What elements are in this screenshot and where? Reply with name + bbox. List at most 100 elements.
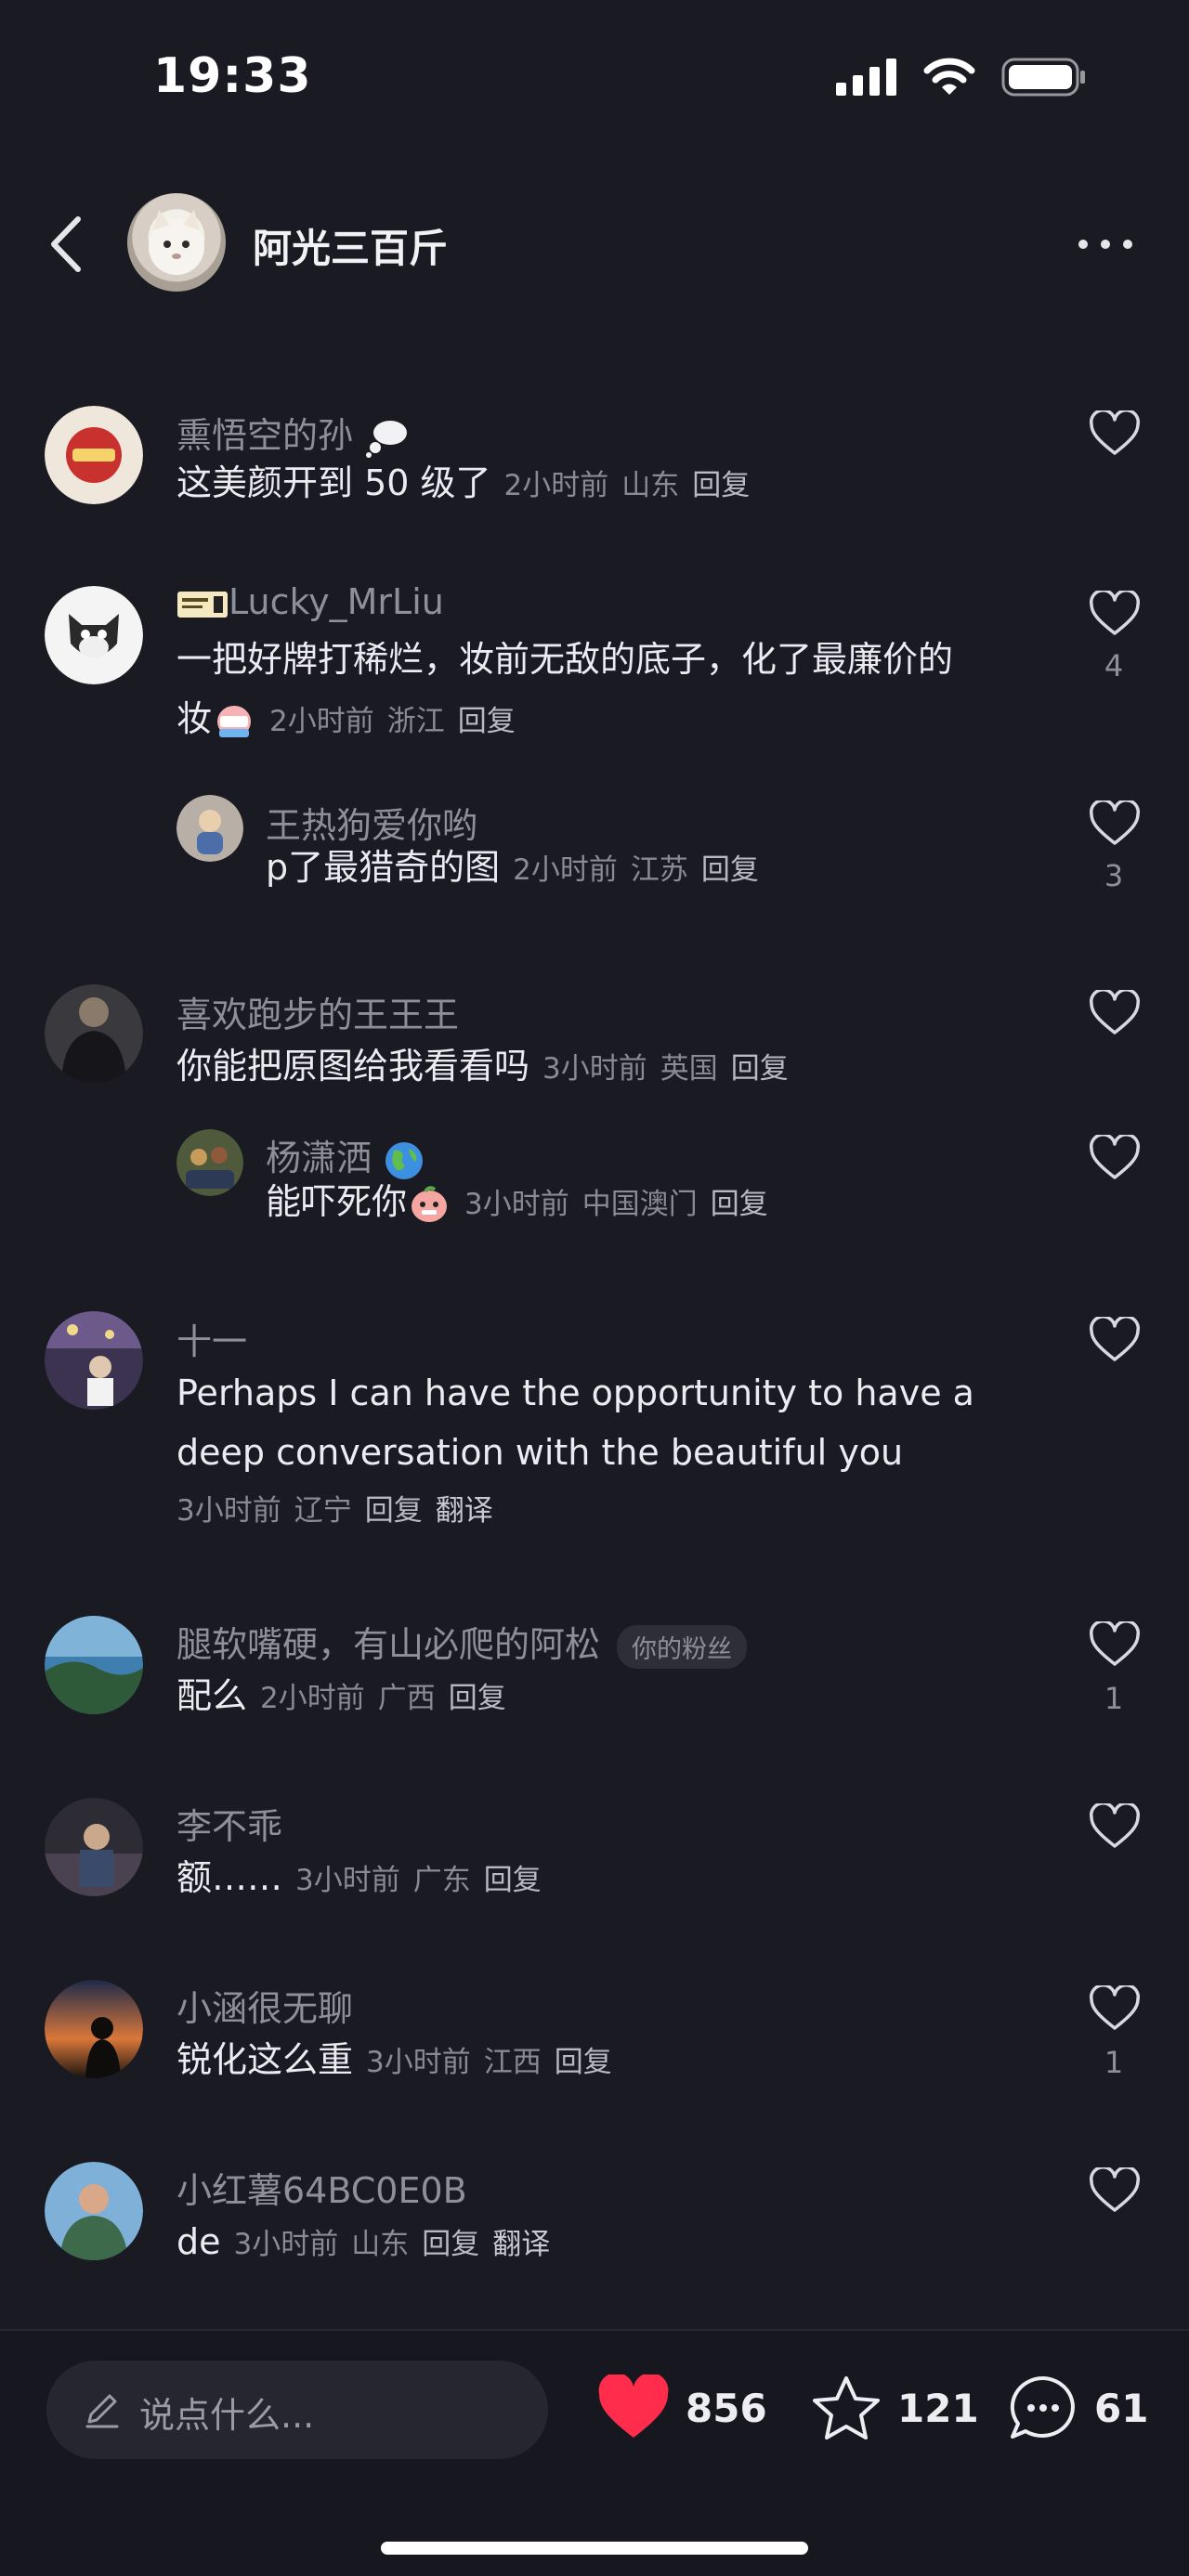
status-bar: 19:33 [0,0,1189,158]
comment-input[interactable]: 说点什么... [46,2361,548,2459]
commenter-avatar[interactable] [45,406,143,504]
commenter-avatar[interactable] [176,795,243,862]
like-icon[interactable] [1089,1621,1141,1668]
comment-text: 配么 [176,1675,248,1716]
comment-text: 额…… [176,1857,283,1898]
reply-button[interactable]: 回复 [365,1494,423,1528]
comment-text: Perhaps I can have the opportunity to ha… [176,1373,974,1413]
comment-time: 3小时前 [464,1188,569,1221]
commenter-name[interactable]: 十一 [176,1313,247,1364]
comment-time: 3小时前 [295,1864,400,1897]
reply-button[interactable]: 回复 [701,853,759,887]
like-icon[interactable] [1089,990,1141,1036]
commenter-avatar[interactable] [45,1798,143,1896]
comment-time: 3小时前 [542,1052,647,1086]
reply-button[interactable]: 回复 [449,1682,506,1715]
reply-button[interactable]: 回复 [711,1188,768,1221]
star-icon [813,2376,880,2439]
comment-text-row: 额…… 3小时前 广东 回复 [176,1848,542,1910]
comment-location: 广东 [412,1864,471,1897]
comment-location: 辽宁 [294,1494,352,1528]
commenter-avatar[interactable] [45,1616,143,1714]
pencil-icon [85,2394,119,2428]
like-icon[interactable] [1089,1135,1141,1181]
like-count: 1 [1104,1681,1124,1716]
reply-button[interactable]: 回复 [555,2046,612,2079]
comment-text-row: p了最猎奇的图 2小时前 江苏 回复 [266,838,759,900]
comment-location: 江苏 [630,853,688,887]
commenter-name-text[interactable]: 熏悟空的孙 [176,415,353,456]
heart-filled-icon [598,2374,669,2438]
like-icon[interactable] [1089,1803,1141,1850]
battery-icon [1001,58,1085,97]
comment-time: 2小时前 [260,1682,365,1715]
commenter-name[interactable]: 小涵很无聊 [176,1980,353,2031]
more-options-icon[interactable] [1076,223,1135,266]
commenter-avatar[interactable] [45,2162,143,2260]
commenter-name[interactable]: 腿软嘴硬，有山必爬的阿松 你的粉丝 [176,1616,748,1669]
commenter-name[interactable]: 熏悟空的孙 [176,407,409,459]
reply-button[interactable]: 回复 [458,705,516,738]
author-avatar[interactable] [127,193,226,292]
favorite-button[interactable]: 121 [810,2366,979,2450]
comment-text-line2: deep conversation with the beautiful you [176,1432,904,1473]
comment-text: de [176,2221,221,2262]
comment-text: 一把好牌打稀烂，妆前无敌的底子，化了最廉价的 [176,639,954,680]
translate-button[interactable]: 翻译 [436,1494,493,1528]
like-icon[interactable] [1089,800,1141,847]
comment-text-row: 配么 2小时前 广西 回复 [176,1666,506,1728]
comment-location: 山东 [351,2228,410,2261]
comment-time: 3小时前 [366,2046,471,2079]
commenter-name[interactable]: 李不乖 [176,1798,282,1849]
reply-button[interactable]: 回复 [484,1864,542,1897]
like-icon[interactable] [1089,591,1141,637]
comment-text-row: 这美颜开到 50 级了 2小时前 山东 回复 [176,453,750,515]
reply-button[interactable]: 回复 [422,2228,479,2261]
thought-bubble-emoji-icon [366,420,408,458]
like-icon[interactable] [1089,1985,1141,2032]
comment-text: 锐化这么重 [176,2039,354,2080]
comment-bubble-icon [1010,2375,1075,2439]
reply-button[interactable]: 回复 [731,1052,789,1086]
like-icon[interactable] [1089,1317,1141,1363]
comment-time: 3小时前 [233,2228,339,2261]
commenter-name-text[interactable]: Lucky_MrLiu [229,581,444,622]
like-post-button[interactable]: 856 [596,2366,767,2450]
comments-button[interactable]: 61 [1007,2366,1148,2450]
commenter-avatar[interactable] [176,1129,243,1196]
comment-location: 中国澳门 [581,1188,698,1221]
status-time: 19:33 [153,48,312,104]
author-name[interactable]: 阿光三百斤 [253,217,448,274]
like-icon[interactable] [1089,410,1141,457]
comment-time: 2小时前 [513,853,618,887]
home-indicator[interactable] [381,2542,808,2555]
comment-meta-row: 3小时前 辽宁 回复 翻译 [176,1488,493,1531]
commenter-name[interactable]: Lucky_MrLiu [176,581,444,622]
comment-text-row: de 3小时前 山东 回复 翻译 [176,2212,550,2274]
back-icon[interactable] [41,212,97,277]
commenter-name-text[interactable]: 腿软嘴硬，有山必爬的阿松 [176,1624,600,1665]
comment-location: 广西 [377,1682,436,1715]
fan-badge: 你的粉丝 [617,1625,748,1669]
comment-count: 61 [1094,2385,1149,2431]
comment-input-placeholder[interactable]: 说点什么... [139,2387,314,2438]
post-like-count: 856 [686,2385,767,2431]
commenter-avatar[interactable] [45,1311,143,1410]
peach-face-emoji-icon [412,1185,448,1222]
commenter-avatar[interactable] [45,1980,143,2078]
comment-text: p了最猎奇的图 [266,847,501,888]
comment-text-row: 妆 2小时前 浙江 回复 [176,689,516,751]
comment-text: 这美颜开到 50 级了 [176,462,491,503]
commenter-avatar[interactable] [45,984,143,1083]
like-count: 4 [1104,648,1124,683]
commenter-avatar[interactable] [45,586,143,684]
commenter-name[interactable]: 喜欢跑步的王王王 [176,986,459,1037]
like-icon[interactable] [1089,2167,1141,2214]
comment-time: 2小时前 [269,705,374,738]
comment-text-line2: 妆 [176,698,213,739]
comment-text: 能吓死你 [266,1181,408,1222]
nav-bar: 阿光三百斤 [0,186,1189,301]
reply-button[interactable]: 回复 [692,469,750,502]
commenter-name[interactable]: 小红薯64BC0E0B [176,2162,467,2213]
translate-button[interactable]: 翻译 [492,2228,550,2261]
